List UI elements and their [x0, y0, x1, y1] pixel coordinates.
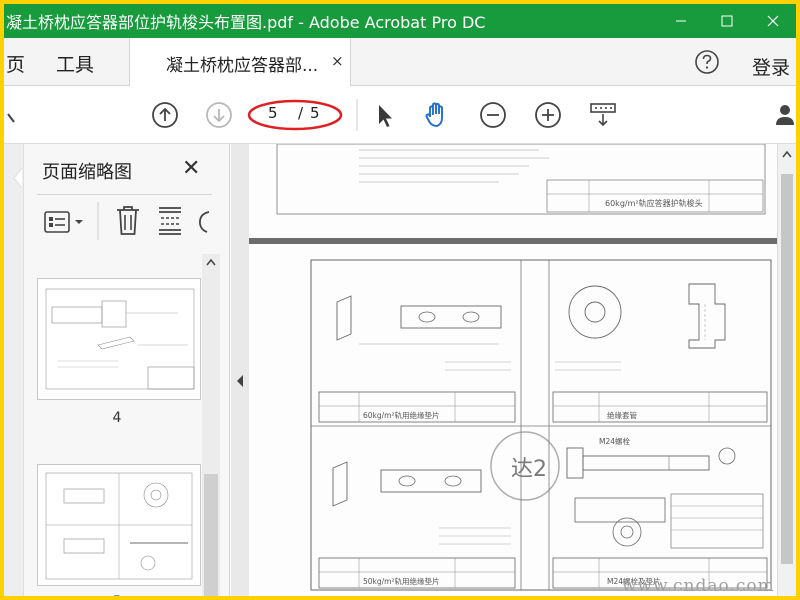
help-icon[interactable] — [694, 49, 720, 75]
menu-tools[interactable]: 工具 — [56, 50, 94, 77]
scroll-up-icon[interactable] — [206, 258, 216, 266]
pdf-page-5: 60kg/m²轨用绝缘垫片 绝缘套管 50kg/m²轨用绝缘垫片 达2 M24螺… — [249, 244, 777, 596]
nav-pointer-icon — [13, 168, 22, 188]
search-icon[interactable] — [6, 100, 16, 130]
document-scrollbar[interactable] — [777, 144, 796, 596]
panel-divider — [37, 194, 212, 195]
pdf-page-4-drawing: 60kg/m²轨应答器护轨梭头 — [276, 144, 766, 215]
app-frame: 凝土桥枕应答器部位护轨梭头布置图.pdf - Adobe Acrobat Pro… — [0, 0, 800, 600]
login-button[interactable]: 登录 — [752, 53, 790, 80]
doc-scroll-up-icon[interactable] — [782, 150, 792, 158]
panel-collapse-handle[interactable] — [231, 144, 249, 596]
page-4-title-block: 60kg/m²轨应答器护轨梭头 — [605, 198, 703, 208]
delete-page-icon[interactable] — [113, 204, 143, 238]
select-arrow-icon[interactable] — [370, 100, 400, 130]
toolbar: 5 / 5 — [4, 86, 796, 144]
thumbnail-options-icon[interactable] — [43, 210, 87, 234]
tab-close-button[interactable]: × — [331, 52, 344, 70]
tab-document[interactable]: 凝土桥枕应答器部... × — [129, 38, 351, 86]
document-viewport[interactable]: 60kg/m²轨应答器护轨梭头 60kg/m²轨用绝缘垫片 绝缘套管 50kg/… — [249, 144, 777, 596]
zoom-out-icon[interactable] — [478, 100, 508, 130]
zoom-in-icon[interactable] — [533, 100, 563, 130]
maximize-button[interactable] — [704, 4, 750, 38]
user-icon[interactable] — [774, 100, 796, 130]
thumbnail-panel-title: 页面缩略图 — [42, 162, 132, 183]
thumbnail-panel-close-button[interactable]: ✕ — [182, 156, 200, 181]
close-window-button[interactable] — [750, 4, 796, 38]
thumbnail-page-4[interactable] — [37, 278, 201, 400]
menu-home[interactable]: 页 — [6, 50, 25, 77]
document-scrollbar-thumb[interactable] — [781, 174, 793, 564]
pdf-page-4: 60kg/m²轨应答器护轨梭头 — [249, 144, 777, 238]
next-page-icon[interactable] — [204, 100, 234, 130]
pdf-page-5-drawing: 60kg/m²轨用绝缘垫片 绝缘套管 50kg/m²轨用绝缘垫片 达2 M24螺… — [310, 259, 772, 591]
previous-page-icon[interactable] — [150, 100, 180, 130]
minimize-icon — [676, 20, 686, 22]
toolbar-divider — [356, 99, 358, 131]
thumbnail-page-5[interactable] — [37, 464, 201, 586]
thumbnail-tools — [37, 196, 212, 246]
thumbnail-scrollbar[interactable] — [202, 254, 220, 596]
thumbnail-page-4-drawing — [45, 288, 195, 390]
thumbnail-scrollbar-thumb[interactable] — [204, 474, 218, 596]
thumbnail-page-5-drawing — [45, 472, 193, 580]
tools-divider — [97, 202, 99, 240]
scroll-mode-icon[interactable] — [588, 100, 618, 130]
drawing-right-top-title: 绝缘套管 — [607, 410, 637, 420]
drawing-left-bottom-title: 50kg/m²轨用绝缘垫片 — [363, 576, 440, 586]
watermark-text: www.cndao.com — [622, 576, 775, 596]
collapse-left-icon — [237, 375, 243, 387]
nav-rail — [4, 144, 24, 596]
bolt-label: M24螺栓 — [599, 436, 631, 446]
minimize-button[interactable] — [658, 4, 704, 38]
maximize-icon — [721, 15, 733, 27]
thumbnail-page-4-label: 4 — [112, 410, 122, 426]
thumbnail-panel: 页面缩略图 ✕ 4 — [4, 144, 230, 596]
stamp-mark: 达2 — [511, 457, 547, 482]
rotate-page-icon[interactable] — [197, 208, 211, 236]
thumbnail-page-5-label: 5 — [4, 594, 230, 596]
hand-tool-icon[interactable] — [422, 100, 452, 130]
close-icon — [767, 15, 779, 27]
window-title: 凝土桥枕应答器部位护轨梭头布置图.pdf - Adobe Acrobat Pro… — [6, 13, 486, 32]
tab-bar: 页 工具 凝土桥枕应答器部... × 登录 — [4, 38, 796, 86]
tab-document-label: 凝土桥枕应答器部... — [166, 56, 319, 76]
extract-pages-icon[interactable] — [155, 204, 185, 238]
drawing-left-top-title: 60kg/m²轨用绝缘垫片 — [363, 410, 440, 420]
red-annotation-ellipse — [247, 99, 343, 131]
title-bar: 凝土桥枕应答器部位护轨梭头布置图.pdf - Adobe Acrobat Pro… — [4, 4, 796, 38]
